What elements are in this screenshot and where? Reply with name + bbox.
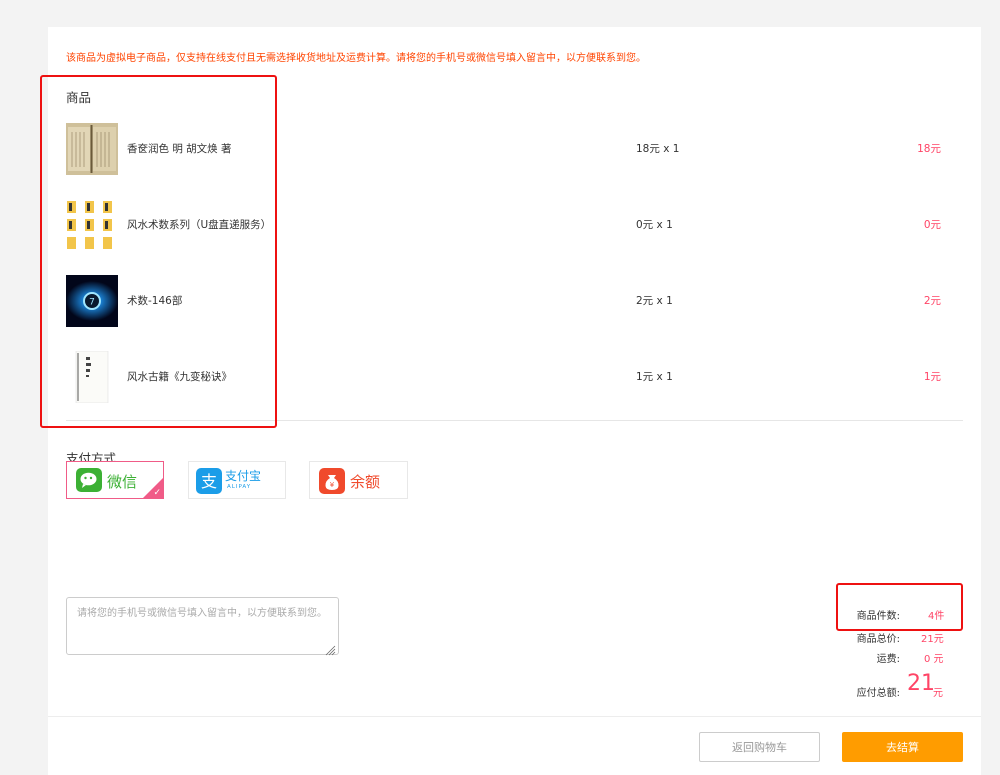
wechat-icon bbox=[76, 468, 102, 496]
product-subtotal: 2元 bbox=[923, 295, 941, 307]
resize-grip-icon[interactable] bbox=[325, 641, 336, 656]
total-price-value: 21元 bbox=[921, 634, 944, 645]
order-panel: 该商品为虚拟电子商品，仅支持在线支付且无需选择收货地址及运费计算。请将您的手机号… bbox=[48, 27, 981, 775]
product-unit-price: 1元 x 1 bbox=[636, 371, 673, 383]
back-to-cart-button[interactable]: 返回购物车 bbox=[699, 732, 820, 762]
payable-amount: 21 bbox=[907, 671, 935, 696]
product-name[interactable]: 风水术数系列（U盘直递服务） bbox=[127, 217, 271, 232]
svg-text:¥: ¥ bbox=[330, 481, 335, 489]
product-subtotal: 1元 bbox=[923, 371, 941, 383]
payable-unit: 元 bbox=[933, 688, 943, 699]
product-row: 7 术数-146部 2元 x 1 2元 bbox=[66, 275, 946, 337]
payment-option-wechat[interactable]: 微信 ✓ bbox=[66, 461, 164, 499]
payment-option-balance[interactable]: ¥ 余额 bbox=[309, 461, 408, 499]
section-divider bbox=[66, 420, 963, 421]
payment-option-alipay[interactable]: 支 支付宝 ALIPAY bbox=[188, 461, 286, 499]
product-row: 香奁润色 明 胡文焕 著 18元 x 1 18元 bbox=[66, 123, 946, 185]
footer-divider bbox=[48, 716, 981, 717]
item-count-value: 4件 bbox=[928, 611, 945, 622]
alipay-icon: 支 bbox=[196, 468, 222, 498]
shipping-label: 运费: bbox=[876, 654, 900, 665]
virtual-goods-notice: 该商品为虚拟电子商品，仅支持在线支付且无需选择收货地址及运费计算。请将您的手机号… bbox=[66, 53, 646, 64]
product-unit-price: 0元 x 1 bbox=[636, 219, 673, 231]
product-subtotal: 18元 bbox=[917, 143, 941, 155]
product-name[interactable]: 术数-146部 bbox=[127, 293, 182, 308]
item-count-label: 商品件数: bbox=[856, 611, 900, 622]
product-name[interactable]: 香奁润色 明 胡文焕 著 bbox=[127, 141, 232, 156]
shipping-value: 0 元 bbox=[924, 654, 944, 665]
money-bag-icon: ¥ bbox=[319, 468, 345, 498]
product-unit-price: 18元 x 1 bbox=[636, 143, 680, 155]
total-price-label: 商品总价: bbox=[856, 634, 900, 645]
alipay-sublabel: ALIPAY bbox=[227, 484, 252, 490]
payable-label: 应付总额: bbox=[856, 688, 900, 699]
alipay-label: 支付宝 bbox=[225, 469, 262, 483]
wechat-label: 微信 bbox=[107, 473, 138, 491]
checkmark-icon: ✓ bbox=[153, 488, 161, 498]
checkout-button[interactable]: 去结算 bbox=[842, 732, 963, 762]
glowing-orb-icon[interactable]: 7 bbox=[66, 275, 118, 327]
svg-text:7: 7 bbox=[89, 298, 95, 308]
product-row: 风水术数系列（U盘直递服务） 0元 x 1 0元 bbox=[66, 199, 946, 261]
balance-label: 余额 bbox=[350, 473, 381, 491]
svg-text:支: 支 bbox=[201, 472, 217, 491]
manuscript-page-icon[interactable] bbox=[66, 351, 118, 403]
product-row: 风水古籍《九变秘诀》 1元 x 1 1元 bbox=[66, 351, 946, 413]
product-subtotal: 0元 bbox=[923, 219, 941, 231]
product-name[interactable]: 风水古籍《九变秘诀》 bbox=[127, 369, 232, 384]
folder-grid-icon[interactable] bbox=[66, 199, 118, 251]
products-title: 商品 bbox=[66, 90, 92, 105]
product-unit-price: 2元 x 1 bbox=[636, 295, 673, 307]
old-book-photo-icon[interactable] bbox=[66, 123, 118, 175]
message-textarea[interactable] bbox=[66, 597, 339, 655]
